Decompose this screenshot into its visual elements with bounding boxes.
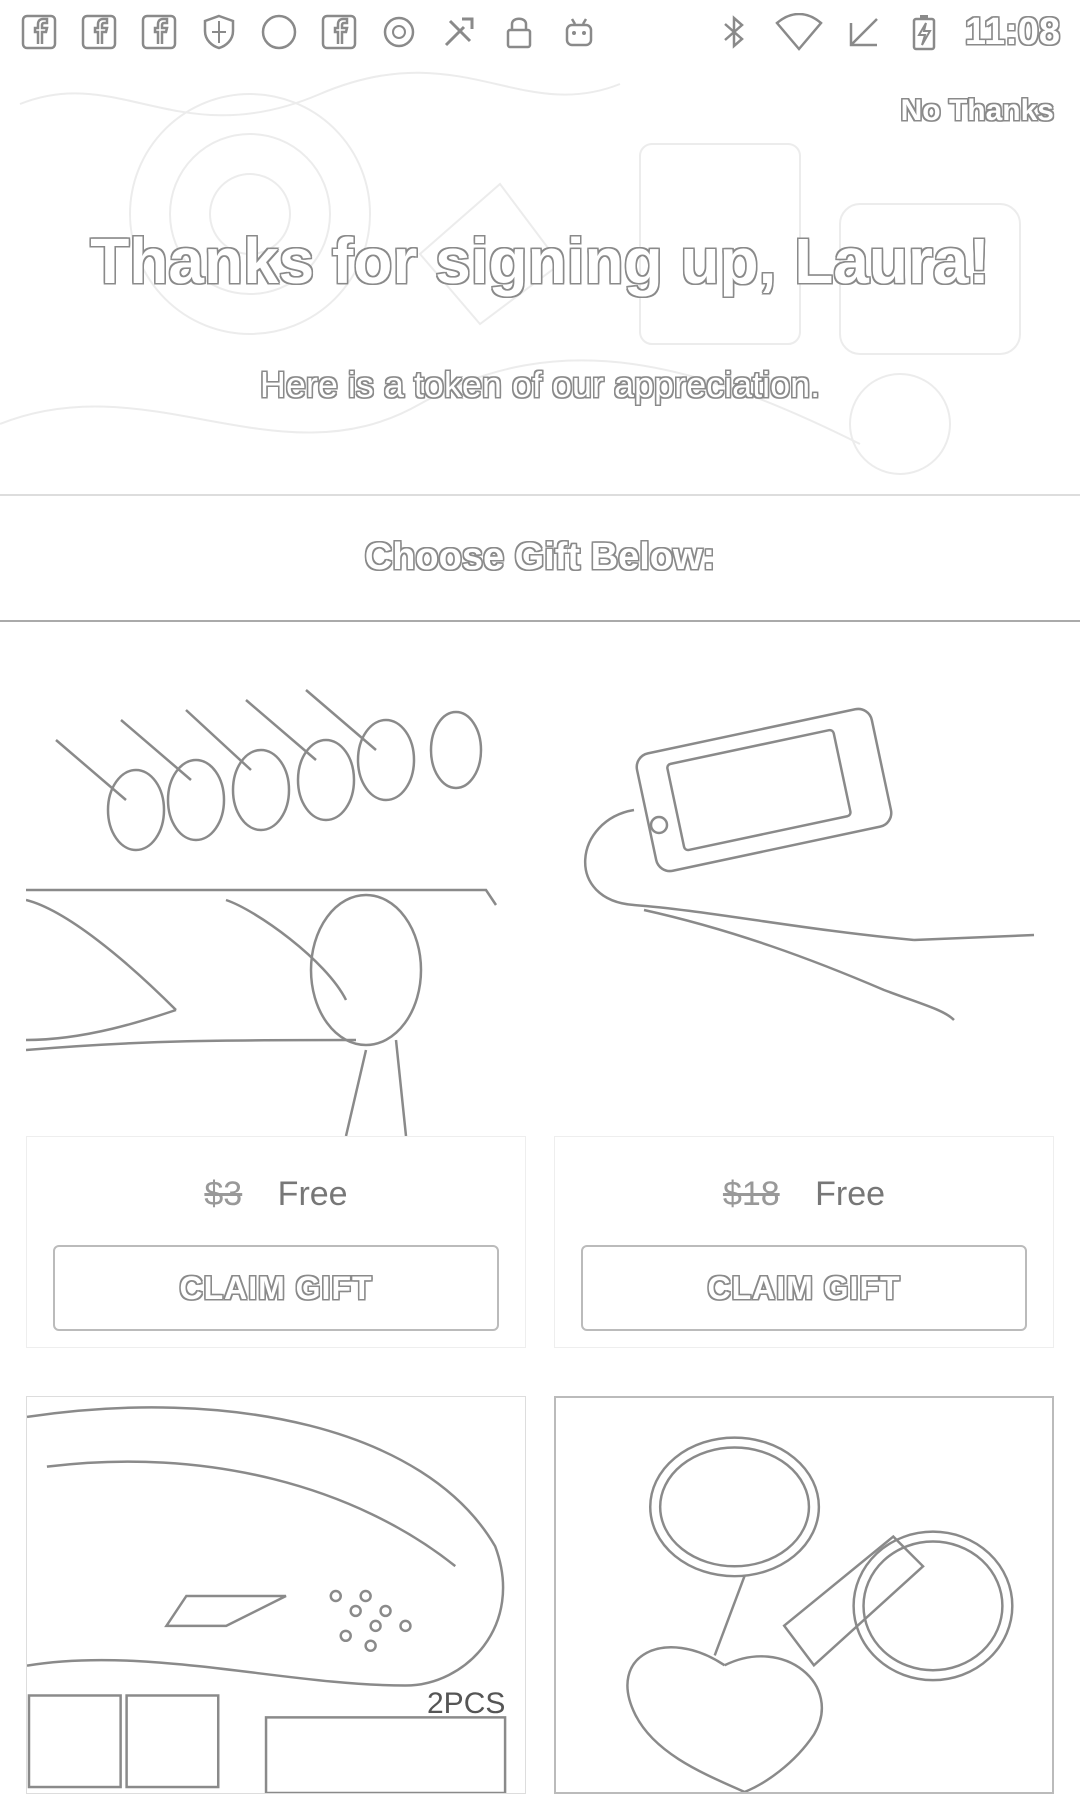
no-sim-icon bbox=[845, 13, 883, 51]
gift-card: $3 Free CLAIM GIFT bbox=[25, 660, 526, 1350]
gift-card bbox=[554, 1396, 1054, 1794]
gift-price-row: $18 Free bbox=[555, 1175, 1053, 1214]
gift-card: 2PCS bbox=[26, 1396, 526, 1795]
android-icon bbox=[560, 13, 598, 51]
gift-original-price: $3 bbox=[204, 1175, 243, 1213]
heart-keychain-image bbox=[554, 1396, 1054, 1794]
claim-gift-button[interactable]: CLAIM GIFT bbox=[581, 1245, 1027, 1331]
facebook-icon bbox=[20, 13, 58, 51]
phone-splitter-cable-image bbox=[554, 660, 1054, 1136]
shield-icon bbox=[200, 13, 238, 51]
wifi-icon bbox=[775, 12, 823, 51]
welcome-subtitle: Here is a token of our appreciation. bbox=[259, 364, 821, 405]
welcome-title: Thanks for signing up, Laura! bbox=[90, 225, 990, 297]
facebook-icon bbox=[140, 13, 178, 51]
notification-icons bbox=[20, 13, 598, 51]
circle-icon bbox=[260, 13, 298, 51]
bluetooth-icon bbox=[715, 13, 753, 51]
no-thanks-link[interactable]: No Thanks bbox=[901, 94, 1054, 128]
status-bar: 11:08 bbox=[0, 0, 1080, 64]
system-icons: 11:08 bbox=[715, 11, 1060, 54]
headphones-glasses-image bbox=[25, 660, 526, 1137]
facebook-icon bbox=[80, 13, 118, 51]
status-clock: 11:08 bbox=[964, 10, 1060, 53]
gift-price: Free bbox=[277, 1175, 348, 1213]
gift-original-price: $18 bbox=[722, 1175, 780, 1213]
gift-overlay-text: 2PCS bbox=[427, 1687, 506, 1720]
lock-icon bbox=[500, 13, 538, 51]
gift-price: Free bbox=[815, 1175, 886, 1213]
claim-gift-button[interactable]: CLAIM GIFT bbox=[53, 1245, 499, 1331]
battery-charging-icon bbox=[905, 13, 943, 51]
gift-price-box: $3 Free CLAIM GIFT bbox=[26, 1136, 526, 1348]
hero-banner: No Thanks Thanks for signing up, Laura! … bbox=[0, 64, 1080, 496]
choose-gift-header: Choose Gift Below: bbox=[0, 494, 1080, 622]
gift-price-box: $18 Free CLAIM GIFT bbox=[554, 1136, 1054, 1348]
facebook-icon bbox=[320, 13, 358, 51]
shoe-insoles-image: 2PCS bbox=[26, 1396, 526, 1795]
gift-price-row: $3 Free bbox=[27, 1175, 525, 1214]
info-icon bbox=[380, 13, 418, 51]
tools-icon bbox=[440, 13, 478, 51]
gift-card: $18 Free CLAIM GIFT bbox=[554, 660, 1054, 1350]
